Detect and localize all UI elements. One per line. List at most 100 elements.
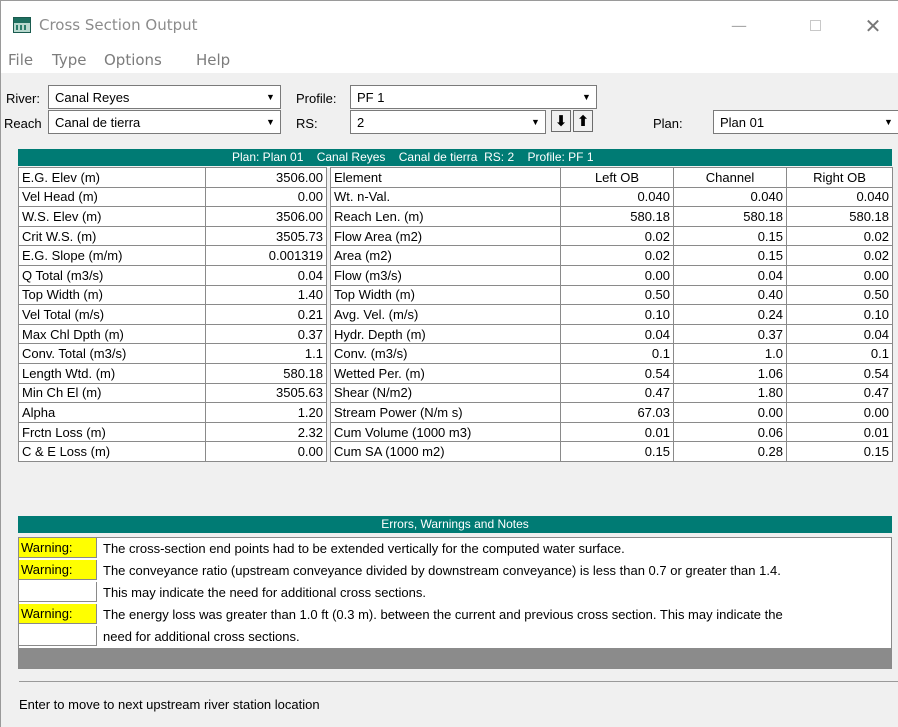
table-row: Alpha 1.20 <box>18 402 327 423</box>
note-row: This may indicate the need for additiona… <box>19 582 891 602</box>
element-value: 0.24 <box>673 304 787 325</box>
element-value: 0.00 <box>673 402 787 423</box>
element-value: 67.03 <box>560 402 674 423</box>
table-row: Top Width (m) 1.40 <box>18 284 327 306</box>
column-header: Element <box>330 167 561 188</box>
element-value: 0.1 <box>786 343 893 364</box>
menu-bar: File Type Options Help <box>1 43 898 73</box>
cross-section-window: Cross Section Output — ✕ File Type Optio… <box>0 0 898 727</box>
minimize-button[interactable]: — <box>719 11 759 41</box>
status-bar: Enter to move to next upstream river sta… <box>19 681 898 727</box>
element-value: 0.28 <box>673 441 787 462</box>
row-label: Frctn Loss (m) <box>18 421 206 443</box>
status-text: Enter to move to next upstream river sta… <box>19 697 320 712</box>
element-value: 0.02 <box>786 225 893 247</box>
table-row: Top Width (m) 0.50 0.40 0.50 <box>330 284 893 306</box>
row-label: Crit W.S. (m) <box>18 225 206 247</box>
element-value: 0.10 <box>560 304 674 325</box>
note-text: This may indicate the need for additiona… <box>103 585 427 600</box>
row-value: 0.21 <box>205 304 327 325</box>
dropdown-arrow-icon: ▼ <box>582 92 591 102</box>
row-value: 1.1 <box>205 343 327 364</box>
row-label: Max Chl Dpth (m) <box>18 323 206 345</box>
element-label: Cum Volume (1000 m3) <box>330 421 561 443</box>
window-title: Cross Section Output <box>39 16 198 34</box>
next-upstream-button[interactable]: ⬆ <box>573 110 593 132</box>
warning-tag: Warning: <box>19 560 97 580</box>
maximize-button[interactable] <box>795 11 835 41</box>
table-row: Flow (m3/s) 0.00 0.04 0.00 <box>330 264 893 286</box>
table-row: Avg. Vel. (m/s) 0.10 0.24 0.10 <box>330 304 893 325</box>
row-value: 0.37 <box>205 323 327 345</box>
row-value: 3505.63 <box>205 382 327 404</box>
element-label: Conv. (m3/s) <box>330 343 561 364</box>
element-label: Area (m2) <box>330 245 561 266</box>
table-row: Min Ch El (m) 3505.63 <box>18 382 327 404</box>
element-value: 0.15 <box>673 245 787 266</box>
element-value: 0.04 <box>560 323 674 345</box>
row-value: 1.40 <box>205 284 327 306</box>
element-value: 0.40 <box>673 284 787 306</box>
up-arrow-icon: ⬆ <box>576 112 590 130</box>
rs-label: RS: <box>296 116 318 131</box>
row-value: 2.32 <box>205 421 327 443</box>
note-row: Warning: The energy loss was greater than… <box>19 604 891 624</box>
table-row: Wetted Per. (m) 0.54 1.06 0.54 <box>330 362 893 384</box>
element-value: 580.18 <box>560 206 674 227</box>
element-value: 0.00 <box>560 264 674 286</box>
row-label: E.G. Elev (m) <box>18 167 206 188</box>
table-row: Cum Volume (1000 m3) 0.01 0.06 0.01 <box>330 421 893 443</box>
element-value: 0.50 <box>786 284 893 306</box>
warning-tag: Warning: <box>19 538 97 558</box>
plan-value: Plan 01 <box>720 115 765 130</box>
row-value: 0.00 <box>205 186 327 208</box>
element-label: Flow (m3/s) <box>330 264 561 286</box>
element-value: 0.00 <box>786 402 893 423</box>
row-value: 3506.00 <box>205 167 327 188</box>
element-label: Top Width (m) <box>330 284 561 306</box>
row-label: E.G. Slope (m/m) <box>18 245 206 266</box>
table-row: Reach Len. (m) 580.18 580.18 580.18 <box>330 206 893 227</box>
element-label: Flow Area (m2) <box>330 225 561 247</box>
element-value: 0.15 <box>560 441 674 462</box>
row-value: 580.18 <box>205 362 327 384</box>
table-row: Crit W.S. (m) 3505.73 <box>18 225 327 247</box>
row-label: Q Total (m3/s) <box>18 264 206 286</box>
down-arrow-icon: ⬇ <box>554 112 568 130</box>
profile-select[interactable]: PF 1 ▼ <box>350 85 597 109</box>
table-row: C & E Loss (m) 0.00 <box>18 441 327 462</box>
table-row: Vel Head (m) 0.00 <box>18 186 327 208</box>
note-row: Warning: The conveyance ratio (upstream c… <box>19 560 891 580</box>
rs-select[interactable]: 2 ▼ <box>350 110 546 134</box>
row-label: Conv. Total (m3/s) <box>18 343 206 364</box>
next-downstream-button[interactable]: ⬇ <box>551 110 571 132</box>
plan-select[interactable]: Plan 01 ▼ <box>713 110 898 134</box>
table-row: E.G. Elev (m) 3506.00 <box>18 167 327 188</box>
reach-value: Canal de tierra <box>55 115 141 130</box>
title-bar: Cross Section Output — ✕ <box>1 1 898 43</box>
notes-list[interactable]: Warning: The cross-section end points had… <box>18 537 892 669</box>
hydraulics-summary-table: E.G. Elev (m) 3506.00 Vel Head (m) 0.00 W.S.… <box>18 167 327 462</box>
close-button[interactable]: ✕ <box>853 11 893 41</box>
menu-file[interactable]: File <box>8 51 33 69</box>
element-label: Reach Len. (m) <box>330 206 561 227</box>
reach-select[interactable]: Canal de tierra ▼ <box>48 110 281 134</box>
table-row: Max Chl Dpth (m) 0.37 <box>18 323 327 345</box>
element-value: 0.02 <box>560 225 674 247</box>
river-value: Canal Reyes <box>55 90 130 105</box>
note-text: need for additional cross sections. <box>103 629 300 644</box>
table-row: Wt. n-Val. 0.040 0.040 0.040 <box>330 186 893 208</box>
menu-type[interactable]: Type <box>52 51 86 69</box>
close-icon: ✕ <box>864 14 882 38</box>
river-select[interactable]: Canal Reyes ▼ <box>48 85 281 109</box>
profile-value: PF 1 <box>357 90 385 105</box>
table-row: Hydr. Depth (m) 0.04 0.37 0.04 <box>330 323 893 345</box>
element-label: Avg. Vel. (m/s) <box>330 304 561 325</box>
row-value: 3506.00 <box>205 206 327 227</box>
row-label: Vel Head (m) <box>18 186 206 208</box>
menu-help[interactable]: Help <box>196 51 230 69</box>
table-row: Area (m2) 0.02 0.15 0.02 <box>330 245 893 266</box>
menu-options[interactable]: Options <box>104 51 162 69</box>
plan-label: Plan: <box>653 116 683 131</box>
row-label: Top Width (m) <box>18 284 206 306</box>
